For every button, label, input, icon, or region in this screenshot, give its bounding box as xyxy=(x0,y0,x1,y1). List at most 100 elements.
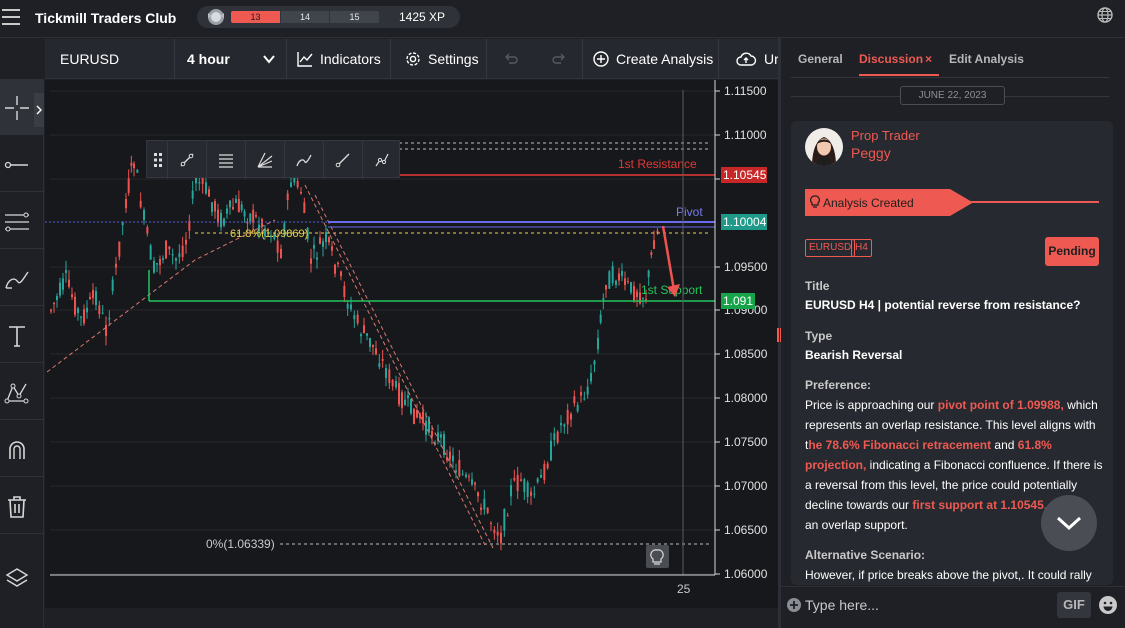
candle-body xyxy=(645,298,647,300)
fib-levels-icon xyxy=(219,154,233,168)
candle-body xyxy=(80,316,82,318)
candle-body xyxy=(159,258,161,266)
text-icon xyxy=(9,326,25,347)
candle-body xyxy=(647,270,650,278)
settings-button[interactable]: Settings xyxy=(391,39,487,79)
candle-body xyxy=(465,474,467,477)
candle-body xyxy=(153,260,155,273)
candle-body xyxy=(630,282,632,293)
candle-body xyxy=(303,202,306,214)
candle-body xyxy=(83,309,85,324)
status-badge[interactable]: Pending xyxy=(1045,237,1099,266)
candle-body xyxy=(322,241,324,247)
xp-level-next: 14 xyxy=(281,11,329,23)
undo-button[interactable] xyxy=(487,39,535,79)
tab-general[interactable]: General xyxy=(798,52,843,66)
delete-tool[interactable] xyxy=(0,478,44,534)
candle-body xyxy=(375,348,377,355)
candle-body xyxy=(108,317,111,320)
symbol-selector[interactable]: EURUSD xyxy=(45,39,175,79)
candlestick-series xyxy=(50,155,659,551)
candle-body xyxy=(191,190,194,199)
quick-tool-brush[interactable] xyxy=(285,141,324,179)
price-axis: 1.115001.110001.105001.095001.090001.085… xyxy=(715,84,768,581)
candle-body xyxy=(605,285,607,290)
hamburger-menu-icon[interactable] xyxy=(2,9,20,25)
emoji-icon[interactable] xyxy=(1098,595,1118,615)
preference-text-part: Price is approaching our xyxy=(805,398,938,412)
author-role: Prop Trader xyxy=(851,128,920,143)
trophy-badge-icon xyxy=(208,9,224,25)
create-analysis-button[interactable]: Create Analysis xyxy=(583,39,719,79)
quick-tool-fib[interactable] xyxy=(207,141,246,179)
path-icon xyxy=(375,153,389,167)
toolbar-expand-button[interactable] xyxy=(34,93,44,127)
magnet-tool[interactable] xyxy=(0,421,44,477)
candle-body xyxy=(50,309,52,312)
candle-body xyxy=(101,312,104,314)
quick-tool-fan[interactable] xyxy=(246,141,285,179)
line-tool[interactable] xyxy=(0,136,44,192)
candle-body xyxy=(440,434,442,438)
layers-tool[interactable] xyxy=(0,549,44,605)
price-axis-label: 1.06500 xyxy=(724,523,768,537)
indicators-button[interactable]: Indicators xyxy=(287,39,391,79)
quick-tool-trendline[interactable] xyxy=(168,141,207,179)
timeframe-dropdown[interactable]: 4 hour xyxy=(175,39,287,79)
crosshair-icon xyxy=(5,96,29,120)
candle-body xyxy=(550,440,552,461)
price-axis-label: 1.08000 xyxy=(724,391,768,405)
cloud-upload-icon xyxy=(736,52,757,66)
resistance-price-value: 1.10545 xyxy=(723,168,767,182)
candle-body xyxy=(121,222,124,226)
candle-body xyxy=(543,464,546,480)
trash-icon xyxy=(8,496,26,518)
candle-body xyxy=(296,181,299,188)
redo-button[interactable] xyxy=(535,39,583,79)
drawing-quick-toolbar xyxy=(146,140,402,179)
candle-body xyxy=(71,294,73,298)
indicators-label: Indicators xyxy=(320,51,381,67)
chevron-down-icon xyxy=(263,55,275,64)
author-name[interactable]: Peggy xyxy=(851,145,891,161)
timeframe-tag: H4 xyxy=(851,239,872,257)
pattern-tool[interactable] xyxy=(0,364,44,420)
candle-body xyxy=(586,386,589,395)
candle-body xyxy=(458,459,461,477)
tab-discussion[interactable]: Discussion xyxy=(859,52,923,66)
scroll-down-button[interactable] xyxy=(1041,495,1097,551)
candle-body xyxy=(530,491,532,496)
candle-body xyxy=(255,215,257,217)
fib-anchor-line xyxy=(46,219,276,373)
candle-body xyxy=(185,239,187,245)
price-chart[interactable]: 61.8%(1.09869) 0%(1.06339) 1st Resistanc… xyxy=(45,80,778,608)
upload-button[interactable]: Ur xyxy=(719,39,778,79)
drag-handle[interactable] xyxy=(147,141,168,179)
candle-body xyxy=(624,278,626,285)
fib-retracement-diagonal xyxy=(304,184,486,546)
fibonacci-icon xyxy=(5,212,29,232)
candle-body xyxy=(139,200,142,208)
fibonacci-tool[interactable] xyxy=(0,193,44,249)
pattern-icon xyxy=(4,383,29,404)
resistance-label: 1st Resistance xyxy=(618,157,697,171)
text-tool[interactable] xyxy=(0,307,44,363)
message-input[interactable] xyxy=(805,594,1055,616)
tab-edit-analysis[interactable]: Edit Analysis xyxy=(949,52,1024,66)
quick-tool-ray[interactable] xyxy=(324,141,363,179)
candle-body xyxy=(62,278,64,290)
candle-body xyxy=(486,507,489,513)
candle-body xyxy=(407,395,409,398)
candle-body xyxy=(523,479,526,492)
globe-icon[interactable] xyxy=(1096,6,1114,24)
upload-label: Ur xyxy=(764,51,778,67)
brush-tool[interactable] xyxy=(0,250,44,306)
gif-button[interactable]: GIF xyxy=(1057,592,1091,618)
avatar[interactable] xyxy=(805,128,843,166)
close-tab-icon[interactable]: × xyxy=(925,52,932,66)
plus-circle-icon[interactable] xyxy=(786,597,802,613)
event-line xyxy=(971,201,1099,203)
candle-body xyxy=(395,380,397,388)
candle-body xyxy=(526,482,529,498)
quick-tool-path[interactable] xyxy=(363,141,402,179)
